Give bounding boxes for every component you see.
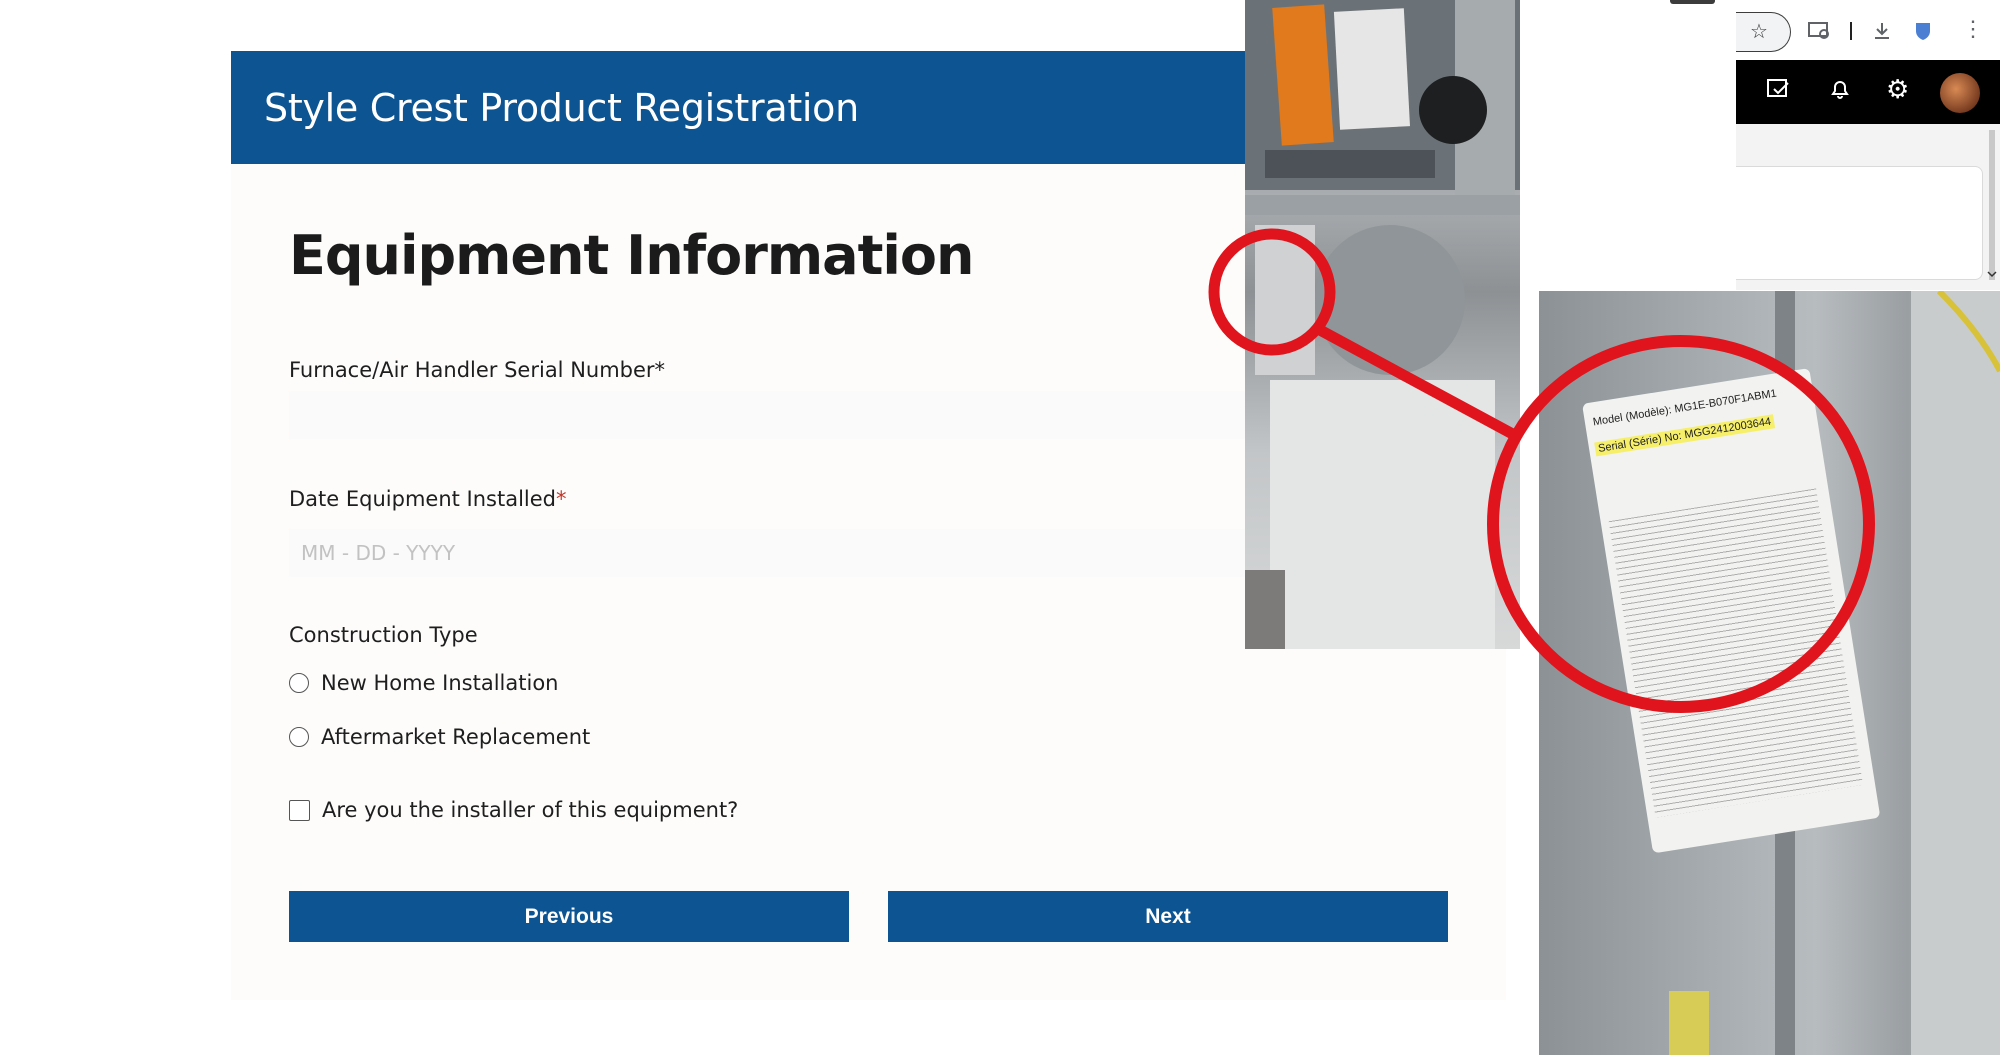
small-highlight-circle — [1208, 228, 1336, 356]
connector-line — [1317, 325, 1523, 443]
highlight-annotation — [1208, 228, 1875, 713]
large-highlight-circle — [1487, 335, 1875, 713]
